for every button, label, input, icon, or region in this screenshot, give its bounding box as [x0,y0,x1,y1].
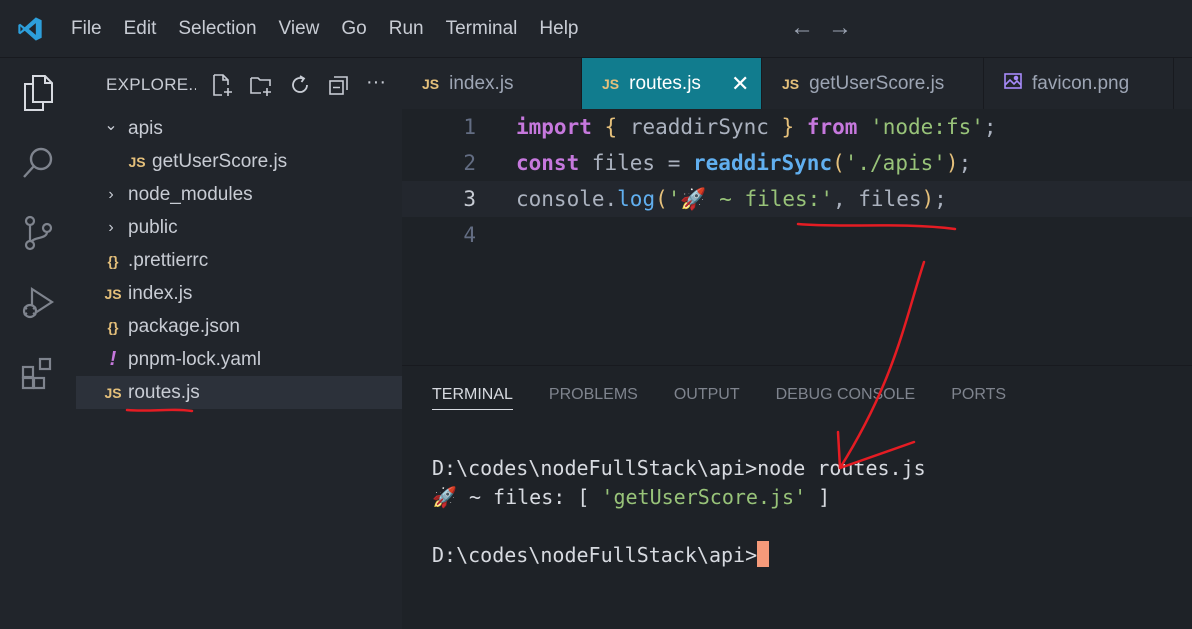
line-number: 3 [463,187,476,211]
activity-bar [0,58,76,629]
code-text: console.log('🚀 ~ files:', files); [516,186,947,211]
line-number: 2 [463,151,476,175]
menu-file[interactable]: File [60,0,113,58]
code-line: 4 [402,217,1192,253]
tree-folder[interactable]: ⌄ apis [76,112,402,145]
code-line-current: 3 console.log('🚀 ~ files:', files); [402,181,1192,217]
tree-folder[interactable]: › public [76,211,402,244]
title-bar: File Edit Selection View Go Run Terminal Help ←… [0,0,1192,58]
yaml-file-icon: ! [109,348,117,370]
tree-item-label: index.js [128,282,193,304]
source-control-icon[interactable] [0,198,76,268]
menu-terminal[interactable]: Terminal [435,0,529,58]
editor-tab[interactable]: JS getUserScore.js [762,58,984,109]
file-tree: ⌄ apis JS getUserScore.js › node_modules › publ… [76,112,402,409]
image-file-icon [1004,72,1022,95]
run-debug-icon[interactable] [0,268,76,338]
tree-item-label: apis [128,117,163,139]
explorer-icon[interactable] [0,58,76,128]
tree-item-label: .prettierrc [128,249,209,271]
menu-edit[interactable]: Edit [113,0,168,58]
tree-item-label: pnpm-lock.yaml [128,348,262,370]
navigation-arrows: ← → [790,14,852,42]
panel-tab-debug-console[interactable]: DEBUG CONSOLE [776,366,916,424]
panel-tab-terminal[interactable]: TERMINAL [432,366,513,424]
editor-tab[interactable]: favicon.png [984,58,1174,109]
terminal-prompt: D:\codes\nodeFullStack\api> [432,541,926,570]
editor-tab[interactable]: JS routes.js ✕ [582,58,762,109]
chevron-down-icon: ⌄ [104,116,118,134]
bottom-panel: TERMINAL PROBLEMS OUTPUT DEBUG CONSOLE PORTS… [402,365,1192,629]
new-file-icon[interactable] [210,73,234,97]
tab-label: getUserScore.js [809,72,945,94]
terminal-line: D:\codes\nodeFullStack\api>node routes.j… [432,456,926,480]
tree-file[interactable]: {} .prettierrc [76,244,402,277]
collapse-all-icon[interactable] [327,73,351,97]
back-arrow-icon[interactable]: ← [790,14,814,42]
tree-item-label: routes.js [128,381,200,403]
tab-label: favicon.png [1032,72,1130,94]
code-editor[interactable]: 1 import { readdirSync } from 'node:fs';… [402,109,1192,365]
close-icon[interactable]: ✕ [731,71,749,97]
panel-tab-output[interactable]: OUTPUT [674,366,740,424]
explorer-sidebar: EXPLORE... ··· ⌄ apis JS getUserScore.js › no… [76,58,402,629]
terminal-output[interactable]: D:\codes\nodeFullStack\api>node routes.j… [432,454,926,570]
javascript-file-icon: JS [782,75,800,92]
tab-label: index.js [449,72,514,94]
code-line: 2 const files = readdirSync('./apis'); [402,145,1192,181]
menu-selection[interactable]: Selection [167,0,267,58]
javascript-file-icon: JS [104,285,122,302]
menu-view[interactable]: View [268,0,331,58]
tree-item-label: public [128,216,178,238]
tree-folder[interactable]: › node_modules [76,178,402,211]
panel-tabs: TERMINAL PROBLEMS OUTPUT DEBUG CONSOLE PORTS [402,366,1192,424]
menu-help[interactable]: Help [528,0,589,58]
line-number: 1 [463,115,476,139]
javascript-file-icon: JS [128,153,146,170]
tree-file[interactable]: JS getUserScore.js [76,145,402,178]
terminal-line: 🚀 ~ files: [ 'getUserScore.js' ] [432,485,831,509]
search-icon[interactable] [0,128,76,198]
tree-file[interactable]: ! pnpm-lock.yaml [76,343,402,376]
editor-tabs: JS index.js JS routes.js ✕ JS getUserScore.js f… [402,58,1192,109]
tree-item-label: package.json [128,315,240,337]
menu-bar: File Edit Selection View Go Run Terminal Help [60,0,590,58]
menu-run[interactable]: Run [378,0,435,58]
tree-item-label: node_modules [128,183,253,205]
javascript-file-icon: JS [602,75,620,92]
tree-file[interactable]: JS index.js [76,277,402,310]
tree-file[interactable]: JS routes.js [76,376,402,409]
tree-item-label: getUserScore.js [152,150,288,172]
json-file-icon: {} [107,318,119,335]
new-folder-icon[interactable] [249,73,273,97]
chevron-right-icon: › [108,185,114,203]
line-number: 4 [463,223,476,247]
javascript-file-icon: JS [422,75,440,92]
code-text: import { readdirSync } from 'node:fs'; [516,115,997,139]
tree-file[interactable]: {} package.json [76,310,402,343]
code-text: const files = readdirSync('./apis'); [516,151,972,175]
vscode-logo-icon [0,0,60,58]
extensions-icon[interactable] [0,338,76,408]
code-line: 1 import { readdirSync } from 'node:fs'; [402,109,1192,145]
chevron-right-icon: › [108,218,114,236]
refresh-icon[interactable] [288,73,312,97]
editor-tab[interactable]: JS index.js [402,58,582,109]
more-actions-icon[interactable]: ··· [366,72,390,97]
tab-label: routes.js [629,72,701,94]
explorer-header: EXPLORE... ··· [76,58,402,112]
forward-arrow-icon[interactable]: → [828,14,852,42]
javascript-file-icon: JS [104,384,122,401]
terminal-cursor [757,541,770,567]
panel-tab-problems[interactable]: PROBLEMS [549,366,638,424]
explorer-title: EXPLORE... [106,75,196,94]
menu-go[interactable]: Go [330,0,377,58]
panel-tab-ports[interactable]: PORTS [951,366,1006,424]
json-file-icon: {} [107,252,119,269]
